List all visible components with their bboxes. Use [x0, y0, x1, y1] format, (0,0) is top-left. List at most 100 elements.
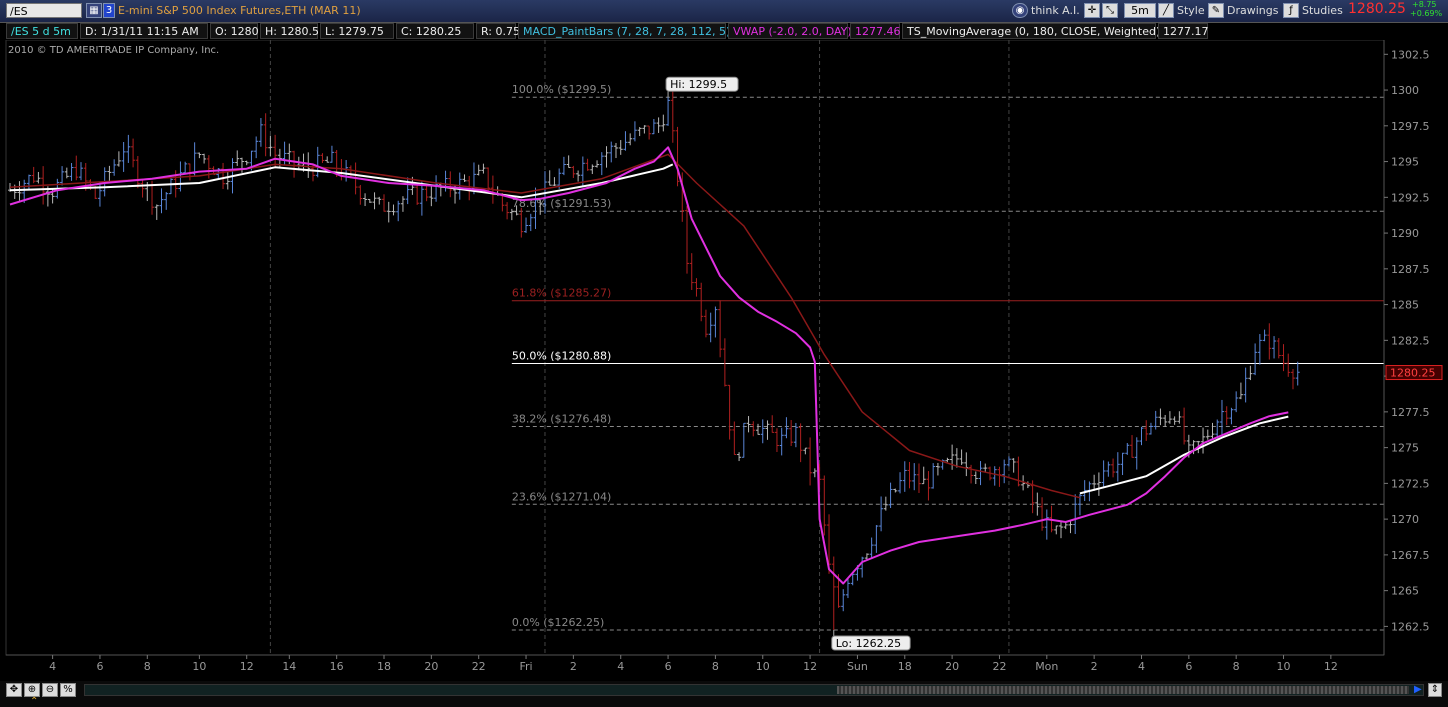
current-price-label: 1280.25 — [1390, 367, 1436, 380]
time-axis-label: 20 — [424, 660, 438, 673]
net-change: +8.75 — [1412, 0, 1437, 9]
studies-icon[interactable]: ƒ — [1283, 3, 1299, 18]
style-button[interactable]: Style — [1177, 3, 1205, 18]
price-axis-label: 1262.5 — [1391, 620, 1430, 633]
price-axis-label: 1270 — [1391, 513, 1419, 526]
time-axis-label: 22 — [992, 660, 1006, 673]
time-axis[interactable]: 4 6 8 10 12 14 16 18 20 22 Fri 2 4 6 8 10 12 Sun 18 20 22 Mon… — [6, 654, 1384, 673]
time-scrollbar-thumb[interactable] — [837, 686, 1409, 694]
price-axis-label: 1302.5 — [1391, 48, 1430, 61]
symbol-lookup-icon[interactable]: ▦ — [86, 3, 102, 18]
symbol-input[interactable]: /ES — [6, 3, 82, 18]
price-axis-label: 1267.5 — [1391, 549, 1430, 562]
style-icon[interactable]: ╱ — [1158, 3, 1174, 18]
time-axis-label: 6 — [1185, 660, 1192, 673]
study-vwap-value: 1277.46 — [850, 23, 901, 39]
study-vwap[interactable]: VWAP (-2.0, 2.0, DAY) — [728, 23, 852, 39]
price-axis-label: 1292.5 — [1391, 191, 1430, 204]
drawings-icon[interactable]: ✎ — [1208, 3, 1224, 18]
fib-level-label: 50.0% ($1280.88) — [512, 350, 612, 363]
time-axis-label: 16 — [330, 660, 344, 673]
bar-close: C: 1280.25 — [396, 23, 474, 39]
time-axis-label: 18 — [898, 660, 912, 673]
fib-level-label: 38.2% ($1276.48) — [512, 412, 612, 425]
bar-high: H: 1280.5 — [260, 23, 319, 39]
timeframe-button[interactable]: 5m — [1124, 3, 1156, 18]
crosshair-icon[interactable]: ✛ — [1084, 3, 1100, 18]
thinkai-button[interactable]: think A.I. — [1031, 3, 1080, 18]
time-axis-label: Sun — [847, 660, 868, 673]
time-axis-label: 6 — [96, 660, 103, 673]
time-axis-label: 12 — [240, 660, 254, 673]
percent-change: +0.69% — [1410, 9, 1443, 18]
fib-level-label: 0.0% ($1262.25) — [512, 616, 605, 629]
bar-low: L: 1279.75 — [320, 23, 394, 39]
time-axis-label: 2 — [570, 660, 577, 673]
last-price: 1280.25 — [1348, 1, 1406, 17]
time-axis-label: 12 — [1324, 660, 1338, 673]
thinkai-icon[interactable]: ◉ — [1012, 3, 1028, 18]
time-axis-label: 2 — [1091, 660, 1098, 673]
fib-level-label: 100.0% ($1299.5) — [512, 83, 612, 96]
fib-level-label: 23.6% ($1271.04) — [512, 490, 612, 503]
time-axis-label: Fri — [519, 660, 532, 673]
price-axis-label: 1265 — [1391, 585, 1419, 598]
price-axis-label: 1272.5 — [1391, 477, 1430, 490]
bar-range: R: 0.75 — [476, 23, 520, 39]
price-axis-label: 1287.5 — [1391, 263, 1430, 276]
time-axis-label: 18 — [377, 660, 391, 673]
price-axis-label: 1300 — [1391, 84, 1419, 97]
thinkorswim-chart-window: /ES ▦ 3 E-mini S&P 500 Index Futures,ETH… — [0, 0, 1448, 707]
symbol-period: /ES 5 d 5m — [6, 23, 78, 39]
time-axis-label: 10 — [756, 660, 770, 673]
zoom-icon[interactable]: ⤡ — [1102, 3, 1118, 18]
time-axis-label: 4 — [1138, 660, 1145, 673]
copyright-text: 2010 © TD AMERITRADE IP Company, Inc. — [8, 45, 219, 56]
instrument-description: E-mini S&P 500 Index Futures,ETH (MAR 11… — [118, 4, 361, 17]
high-label-text: Hi: 1299.5 — [670, 78, 727, 91]
zoom-in-icon[interactable]: ⊕ — [24, 683, 40, 697]
time-axis-label: Mon — [1035, 660, 1058, 673]
study-macd-paintbars[interactable]: MACD_PaintBars (7, 28, 7, 28, 112, 5) — [518, 23, 730, 39]
low-label-text: Lo: 1262.25 — [836, 637, 901, 650]
price-axis-label: 1295 — [1391, 156, 1419, 169]
drag-icon[interactable]: ✥ — [6, 683, 22, 697]
time-axis-label: 4 — [617, 660, 624, 673]
bar-open: O: 1280 — [210, 23, 259, 39]
time-axis-label: 14 — [282, 660, 296, 673]
link-group-number[interactable]: 3 — [103, 3, 115, 18]
price-axis-label: 1285 — [1391, 299, 1419, 312]
price-axis-label: 1297.5 — [1391, 120, 1430, 133]
drawings-button[interactable]: Drawings — [1227, 3, 1278, 18]
time-axis-label: 6 — [665, 660, 672, 673]
time-axis-label: 8 — [1233, 660, 1240, 673]
plot-frame — [5, 39, 1385, 656]
expand-icon[interactable]: ⇕ — [1428, 683, 1442, 697]
percent-view-icon[interactable]: % — [60, 683, 76, 697]
bar-date: D: 1/31/11 11:15 AM — [80, 23, 208, 39]
time-axis-label: 8 — [144, 660, 151, 673]
price-axis-label: 1290 — [1391, 227, 1419, 240]
price-chart-svg[interactable]: 2010 © TD AMERITRADE IP Company, Inc. 10… — [0, 39, 1448, 680]
chart-info-bar: /ES 5 d 5m D: 1/31/11 11:15 AM O: 1280 H… — [6, 23, 1386, 39]
time-axis-label: 20 — [945, 660, 959, 673]
price-axis-label: 1275 — [1391, 442, 1419, 455]
time-axis-label: 8 — [712, 660, 719, 673]
price-axis[interactable]: 1302.5 1300 1297.5 1295 1292.5 1290 1287.5 1285… — [1383, 40, 1443, 655]
studies-button[interactable]: Studies — [1302, 3, 1343, 18]
collapse-chevron-icon[interactable]: ⌃ — [30, 696, 38, 707]
price-axis-label: 1282.5 — [1391, 334, 1430, 347]
scroll-right-icon[interactable]: ▶ — [1414, 684, 1422, 695]
time-axis-label: 10 — [1277, 660, 1291, 673]
time-axis-label: 10 — [192, 660, 206, 673]
time-axis-label: 22 — [472, 660, 486, 673]
zoom-out-icon[interactable]: ⊖ — [42, 683, 58, 697]
price-chart-area[interactable]: 2010 © TD AMERITRADE IP Company, Inc. 10… — [0, 39, 1448, 680]
chart-bottom-bar: ✥ ⊕ ⊖ % ◀ ▶ ⇕ ⌃ — [0, 681, 1448, 707]
time-scrollbar[interactable] — [84, 684, 1424, 696]
fib-level-label: 61.8% ($1285.27) — [512, 287, 612, 300]
study-ma-value: 1277.17 — [1158, 23, 1209, 39]
price-axis-label: 1277.5 — [1391, 406, 1430, 419]
chart-toolbar: /ES ▦ 3 E-mini S&P 500 Index Futures,ETH… — [0, 0, 1448, 23]
study-moving-average[interactable]: TS_MovingAverage (0, 180, CLOSE, Weighte… — [902, 23, 1160, 39]
